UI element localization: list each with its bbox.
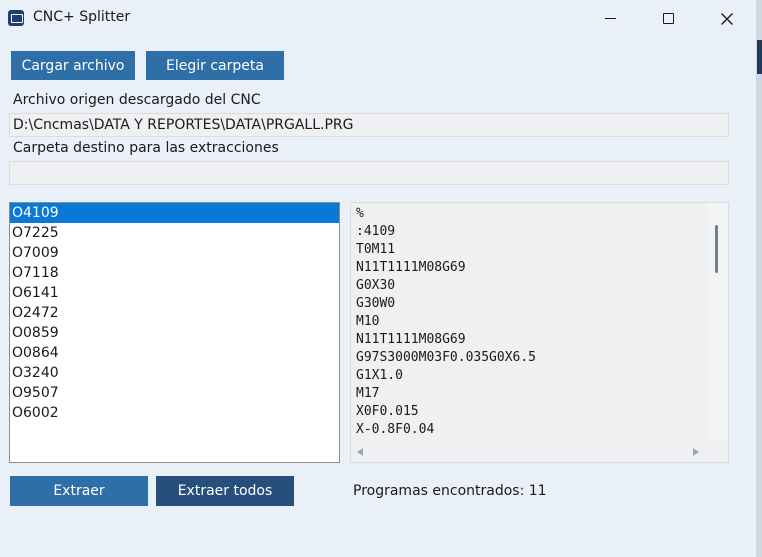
maximize-icon	[662, 13, 674, 24]
vertical-scrollbar[interactable]	[707, 203, 728, 441]
list-item[interactable]: O0859	[10, 323, 339, 343]
list-item[interactable]: O7009	[10, 243, 339, 263]
vertical-scrollbar-thumb[interactable]	[715, 225, 718, 273]
code-line: X-0.8F0.04	[356, 422, 435, 437]
app-icon	[8, 10, 24, 26]
scroll-right-icon[interactable]	[693, 448, 699, 456]
destination-folder-label: Carpeta destino para las extracciones	[13, 140, 279, 156]
choose-folder-button[interactable]: Elegir carpeta	[146, 51, 284, 80]
code-line: T0M11	[356, 242, 396, 257]
code-line: N11T1111M08G69	[356, 332, 466, 347]
window-title: CNC+ Splitter	[33, 9, 131, 25]
list-item[interactable]: O2472	[10, 303, 339, 323]
close-icon	[721, 12, 733, 25]
minimize-icon	[604, 18, 616, 19]
program-list[interactable]: O4109 O7225 O7009 O7118 O6141 O2472 O085…	[9, 202, 340, 463]
code-line: G97S3000M03F0.035G0X6.5	[356, 350, 537, 365]
close-button[interactable]	[704, 0, 750, 37]
list-item[interactable]: O4109	[10, 203, 339, 223]
destination-folder-field[interactable]	[9, 161, 729, 185]
code-line: G1X1.0	[356, 368, 403, 383]
list-item[interactable]: O7225	[10, 223, 339, 243]
horizontal-scrollbar[interactable]	[351, 443, 707, 462]
list-item[interactable]: O6002	[10, 403, 339, 423]
source-file-label: Archivo origen descargado del CNC	[13, 92, 261, 108]
load-file-button[interactable]: Cargar archivo	[11, 51, 135, 80]
background-window-edge	[757, 40, 762, 74]
code-line: M17	[356, 386, 380, 401]
code-line: :4109	[356, 224, 396, 239]
list-item[interactable]: O7118	[10, 263, 339, 283]
source-file-field[interactable]: D:\Cncmas\DATA Y REPORTES\DATA\PRGALL.PR…	[9, 113, 729, 137]
code-line: G30W0	[356, 296, 396, 311]
extract-all-button[interactable]: Extraer todos	[156, 476, 294, 506]
minimize-button[interactable]	[587, 0, 633, 37]
list-item[interactable]: O9507	[10, 383, 339, 403]
window-edge	[756, 0, 762, 557]
extract-button[interactable]: Extraer	[10, 476, 148, 506]
status-text: Programas encontrados: 11	[353, 483, 547, 499]
program-code-view[interactable]: % :4109 T0M11 N11T1111M08G69 G0X30 G30W0…	[350, 202, 729, 463]
code-line: G0X30	[356, 278, 396, 293]
code-line: M10	[356, 314, 380, 329]
list-item[interactable]: O6141	[10, 283, 339, 303]
code-line: N11T1111M08G69	[356, 260, 466, 275]
maximize-button[interactable]	[645, 0, 691, 37]
app-window: CNC+ Splitter Cargar archivo Elegir carp…	[0, 0, 756, 557]
list-item[interactable]: O0864	[10, 343, 339, 363]
title-bar[interactable]: CNC+ Splitter	[0, 0, 756, 37]
code-text: % :4109 T0M11 N11T1111M08G69 G0X30 G30W0…	[356, 205, 706, 439]
code-line: X0F0.015	[356, 404, 419, 419]
code-line: %	[356, 206, 364, 221]
scroll-left-icon[interactable]	[357, 448, 363, 456]
list-item[interactable]: O3240	[10, 363, 339, 383]
